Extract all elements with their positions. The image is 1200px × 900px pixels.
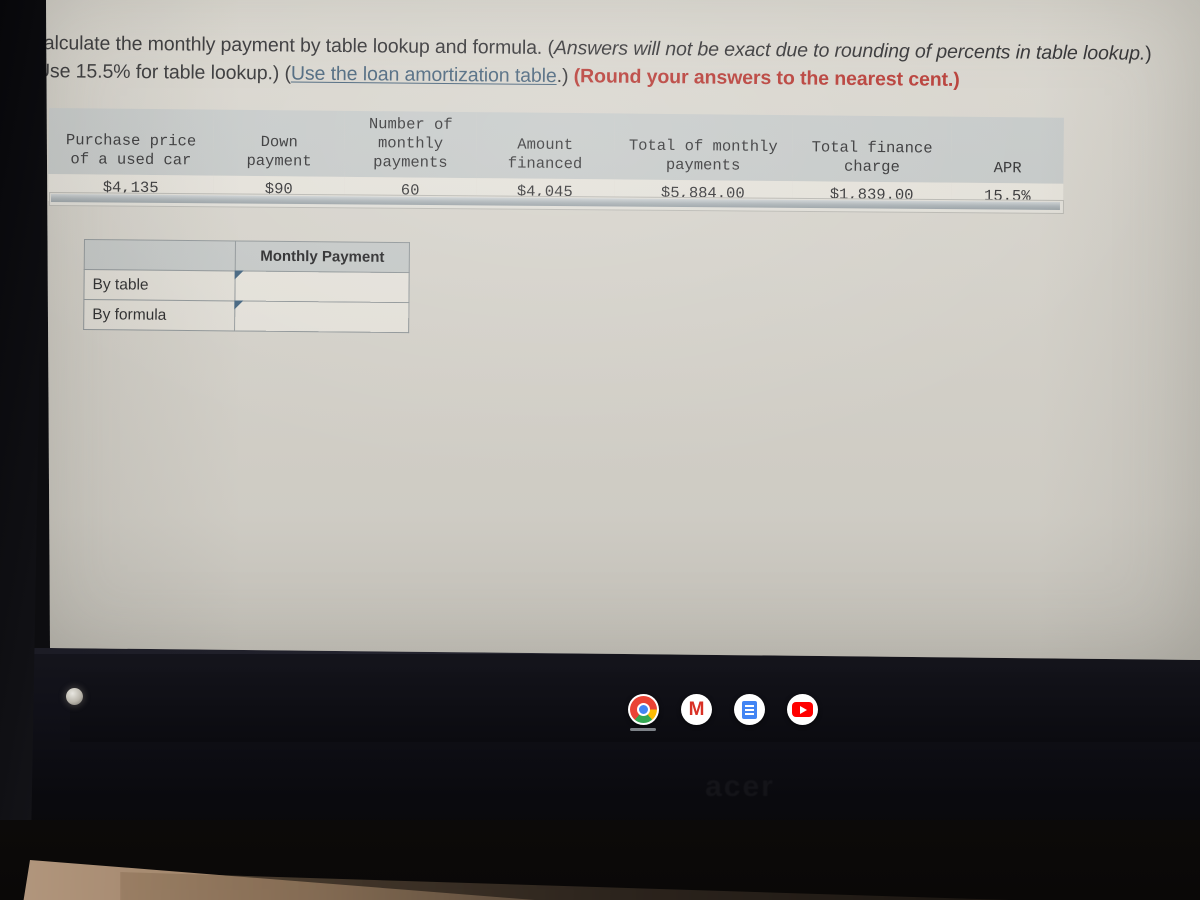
header-apr: APR (951, 116, 1064, 184)
google-docs-icon[interactable] (734, 694, 765, 725)
answer-table-corner (84, 239, 236, 271)
problem-line-2-lead: (Use 15.5% for table lookup.) ( (32, 59, 292, 85)
cell-marker-triangle-icon (234, 270, 244, 280)
cell-marker-triangle-icon (234, 300, 244, 310)
header-number-of-monthly-payments: Number of monthly payments (344, 110, 477, 179)
gmail-icon[interactable]: M (681, 694, 712, 725)
youtube-icon-play (792, 702, 813, 717)
answer-row-by-formula: By formula (83, 299, 409, 333)
header-amount-financed: Amount financed (475, 112, 615, 180)
problem-line-1-lead: Calculate the monthly payment by table l… (32, 31, 555, 60)
chrome-icon[interactable] (628, 694, 659, 731)
chrome-icon-ring (630, 696, 657, 723)
acer-brand-logo: acer (705, 770, 775, 803)
problem-line-2-mid: .) (556, 65, 574, 88)
problem-line-1-italic: Answers will not be exact due to roundin… (553, 37, 1146, 65)
laptop-screen: Calculate the monthly payment by table l… (32, 0, 1200, 660)
taskbar-icon-group: M (628, 694, 818, 731)
laptop-photo-scene: Calculate the monthly payment by table l… (0, 0, 1200, 900)
table-header-row: Purchase price of a used car Down paymen… (48, 108, 1064, 184)
chrome-active-indicator (630, 728, 656, 731)
docs-icon-sheet (742, 700, 757, 719)
youtube-icon[interactable] (787, 694, 818, 725)
answer-input-by-table[interactable] (234, 270, 410, 303)
indicator-light (66, 688, 83, 705)
header-total-finance-charge: Total finance charge (791, 115, 953, 183)
problem-statement: Calculate the monthly payment by table l… (32, 30, 1200, 96)
answer-column-header: Monthly Payment (235, 240, 410, 273)
answer-table-wrapper: Monthly Payment By table By formula (83, 239, 410, 333)
problem-line-1-tail: ) (1145, 42, 1152, 65)
loan-amortization-table-link[interactable]: Use the loan amortization table (291, 63, 557, 88)
rounding-instruction: (Round your answers to the nearest cent.… (573, 65, 960, 91)
answer-table: Monthly Payment By table By formula (83, 239, 410, 333)
answer-label-by-table: By table (83, 269, 236, 301)
browser-page-content: Calculate the monthly payment by table l… (32, 0, 1200, 660)
header-purchase-price: Purchase price of a used car (48, 108, 214, 176)
answer-label-by-formula: By formula (83, 299, 235, 331)
header-total-of-monthly-payments: Total of monthly payments (613, 113, 793, 182)
gmail-icon-glyph: M (688, 698, 705, 720)
answer-input-by-formula[interactable] (234, 300, 409, 333)
answer-header-row: Monthly Payment (84, 239, 410, 273)
answer-row-by-table: By table (83, 269, 410, 303)
header-down-payment: Down payment (213, 109, 346, 177)
